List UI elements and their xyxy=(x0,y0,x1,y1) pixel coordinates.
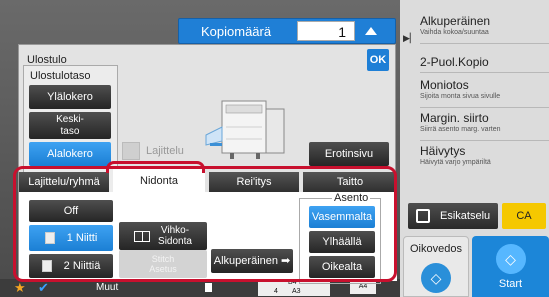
booklet-label: Vihko- Sidonta xyxy=(158,224,192,248)
right-item-original[interactable]: Alkuperäinen Vaihda kokoa/suuntaa xyxy=(420,14,549,44)
staple-two-label: 2 Niittiä xyxy=(63,259,101,272)
tab-sort-group[interactable]: Lajittelu/ryhmä xyxy=(19,172,109,192)
item-sub: Häivytä varjo ympäriltä xyxy=(420,159,491,166)
right-item-margin[interactable]: Margin. siirto Siirrä asento marg. varte… xyxy=(420,111,549,141)
tray-middle-button[interactable]: Keski- taso xyxy=(29,112,111,139)
staple-one-button[interactable]: 1 Niitti xyxy=(29,225,113,251)
ca-button[interactable]: CA xyxy=(502,203,546,229)
tab-bar: Lajittelu/ryhmä Nidonta Rei'itys Taitto xyxy=(19,169,397,193)
tray-upper-button[interactable]: Ylälokero xyxy=(29,85,111,109)
position-right-button[interactable]: Oikealta xyxy=(309,256,375,278)
highlight-tab-frame xyxy=(106,161,205,173)
staple-off-button[interactable]: Off xyxy=(29,200,113,222)
two-staple-icon xyxy=(41,260,52,272)
preview-button[interactable]: Esikatselu xyxy=(408,203,498,229)
item-sub: Vaihda kokoa/suuntaa xyxy=(420,29,489,36)
right-item-duplex[interactable]: 2-Puol.Kopio xyxy=(420,55,549,73)
preview-icon xyxy=(416,209,430,223)
start-button[interactable]: ◇ Start xyxy=(472,236,549,297)
expand-arrow-icon[interactable]: ▶▏ xyxy=(403,33,417,44)
staple-one-label: 1 Niitti xyxy=(66,231,98,244)
item-title: Moniotos xyxy=(420,78,469,92)
tray-indicator-icon xyxy=(205,283,212,292)
position-top-button[interactable]: Ylhäällä xyxy=(309,231,375,253)
tab-punch[interactable]: Rei'itys xyxy=(209,172,299,192)
item-title: Margin. siirto xyxy=(420,111,489,125)
output-dialog: Ulostulo OK Ulostulotaso Ylälokero Keski… xyxy=(18,44,397,284)
right-item-erase[interactable]: Häivytys Häivytä varjo ympäriltä xyxy=(420,144,549,174)
right-item-multishot[interactable]: Moniotos Sijoita monta sivua sivulle xyxy=(420,78,549,108)
copies-bar: Kopiomäärä 1 xyxy=(178,18,396,44)
sort-label: Lajittelu xyxy=(146,145,184,157)
proof-copy-button[interactable]: Oikovedos ◇ xyxy=(403,236,469,297)
tray-lower-button[interactable]: Alalokero xyxy=(29,142,111,166)
item-sub: Sijoita monta sivua sivulle xyxy=(420,93,501,100)
star-icon[interactable]: ★ xyxy=(14,280,26,296)
copies-label: Kopiomäärä xyxy=(201,23,272,39)
proof-copy-label: Oikovedos xyxy=(410,243,462,255)
original-orientation-button[interactable]: Alkuperäinen ➡ xyxy=(211,249,293,273)
start-label: Start xyxy=(498,278,523,290)
separator-page-button[interactable]: Erotinsivu xyxy=(309,142,389,166)
checkbox-icon xyxy=(122,142,140,160)
item-title: 2-Puol.Kopio xyxy=(420,55,489,69)
tab-fold[interactable]: Taitto xyxy=(303,172,397,192)
item-title: Alkuperäinen xyxy=(420,14,491,28)
collapse-arrow-icon[interactable] xyxy=(365,27,377,35)
stitch-setting-button[interactable]: Stitch Asetus xyxy=(119,250,207,278)
ok-button[interactable]: OK xyxy=(367,49,389,71)
booklet-button[interactable]: Vihko- Sidonta xyxy=(119,222,207,250)
tray-size: A3 xyxy=(292,288,301,295)
item-sub: Siirrä asento marg. varten xyxy=(420,126,501,133)
staple-two-button[interactable]: 2 Niittiä xyxy=(29,254,113,278)
copies-input[interactable]: 1 xyxy=(297,21,355,41)
other-button[interactable]: Muut xyxy=(96,282,118,293)
printer-illustration-icon xyxy=(205,100,285,159)
preview-label: Esikatselu xyxy=(440,210,491,222)
position-label: Asento xyxy=(332,192,371,204)
booklet-icon xyxy=(134,230,151,242)
start-diamond-icon: ◇ xyxy=(495,244,526,274)
one-staple-icon xyxy=(44,232,55,244)
tray-number: 4 xyxy=(274,288,278,295)
start-diamond-icon: ◇ xyxy=(421,263,451,293)
item-title: Häivytys xyxy=(420,144,466,158)
staple-panel: Off 1 Niitti 2 Niittiä Vihko- Sidonta St… xyxy=(19,192,397,284)
output-tray-label: Ulostulotaso xyxy=(30,70,91,82)
original-label: Alkuperäinen xyxy=(213,254,278,267)
position-left-button[interactable]: Vasemmalta xyxy=(309,206,375,228)
check-icon[interactable]: ✔ xyxy=(38,280,49,296)
sort-checkbox[interactable]: Lajittelu xyxy=(122,142,184,160)
arrow-right-icon: ➡ xyxy=(281,254,291,267)
